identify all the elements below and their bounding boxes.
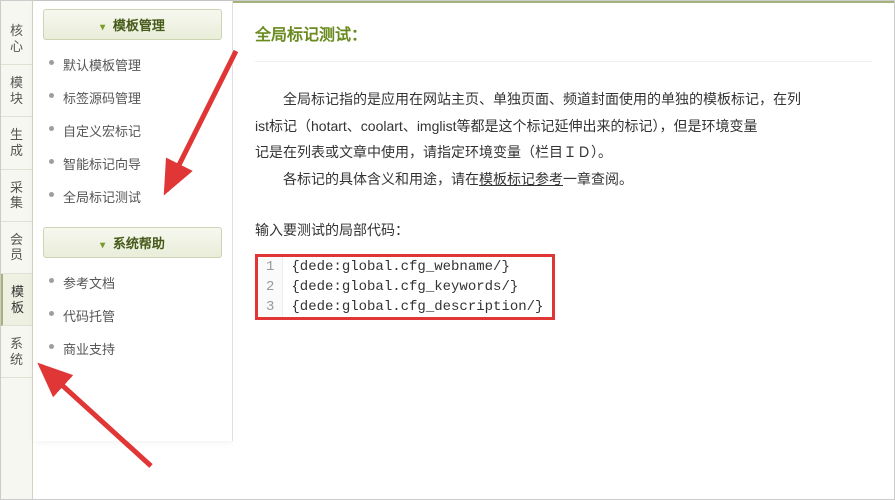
chevron-down-icon: ▾ [100, 240, 105, 251]
code-line[interactable]: {dede:global.cfg_webname/} [283, 257, 552, 277]
desc-line4-prefix: 各标记的具体含义和用途，请在 [283, 171, 479, 187]
template-tag-reference-link[interactable]: 模板标记参考 [479, 171, 563, 187]
vtab-generate[interactable]: 生成 [1, 117, 32, 169]
sidebar: ▾ 模板管理 默认模板管理 标签源码管理 自定义宏标记 智能标记向导 全局标记测… [33, 1, 233, 441]
line-number: 2 [258, 277, 283, 297]
desc-line3: 记是在列表或文章中使用，请指定环境变量（栏目ＩＤ）。 [255, 144, 612, 160]
vtab-core[interactable]: 核心 [1, 13, 32, 65]
line-number: 1 [258, 257, 283, 277]
menu-item-smart-tag-wizard[interactable]: 智能标记向导 [49, 147, 222, 180]
menu-template: 默认模板管理 标签源码管理 自定义宏标记 智能标记向导 全局标记测试 [49, 48, 222, 213]
desc-line2: ist标记（hotart、coolart、imglist等都是这个标记延伸出来的… [255, 118, 758, 134]
vtab-module[interactable]: 模块 [1, 65, 32, 117]
group-header-help[interactable]: ▾ 系统帮助 [43, 227, 222, 258]
menu-item-custom-macro[interactable]: 自定义宏标记 [49, 114, 222, 147]
group-title: 模板管理 [113, 18, 165, 33]
main-panel: 全局标记测试： 全局标记指的是应用在网站主页、单独页面、频道封面使用的单独的模板… [233, 1, 894, 499]
code-editor[interactable]: 1 {dede:global.cfg_webname/} 2 {dede:glo… [255, 254, 555, 320]
vertical-tabs: 核心 模块 生成 采集 会员 模板 系统 [1, 1, 33, 499]
code-line[interactable]: {dede:global.cfg_description/} [283, 297, 552, 317]
group-header-template[interactable]: ▾ 模板管理 [43, 9, 222, 40]
group-title: 系统帮助 [113, 236, 165, 251]
menu-help: 参考文档 代码托管 商业支持 [49, 266, 222, 365]
vtab-system[interactable]: 系统 [1, 326, 32, 378]
description-text: 全局标记指的是应用在网站主页、单独页面、频道封面使用的单独的模板标记，在列 is… [255, 86, 872, 192]
vtab-member[interactable]: 会员 [1, 222, 32, 274]
menu-item-global-tag-test[interactable]: 全局标记测试 [49, 180, 222, 213]
vtab-template[interactable]: 模板 [1, 274, 32, 326]
code-input-label: 输入要测试的局部代码： [255, 220, 872, 240]
menu-item-tag-source[interactable]: 标签源码管理 [49, 81, 222, 114]
menu-item-default-template[interactable]: 默认模板管理 [49, 48, 222, 81]
code-line[interactable]: {dede:global.cfg_keywords/} [283, 277, 552, 297]
page-title: 全局标记测试： [255, 21, 872, 62]
chevron-down-icon: ▾ [100, 22, 105, 33]
vtab-collect[interactable]: 采集 [1, 170, 32, 222]
desc-line1: 全局标记指的是应用在网站主页、单独页面、频道封面使用的单独的模板标记，在列 [283, 91, 801, 107]
menu-item-code-hosting[interactable]: 代码托管 [49, 299, 222, 332]
desc-line4-suffix: 一章查阅。 [563, 171, 633, 187]
line-number: 3 [258, 297, 283, 317]
menu-item-reference-doc[interactable]: 参考文档 [49, 266, 222, 299]
menu-item-commercial-support[interactable]: 商业支持 [49, 332, 222, 365]
